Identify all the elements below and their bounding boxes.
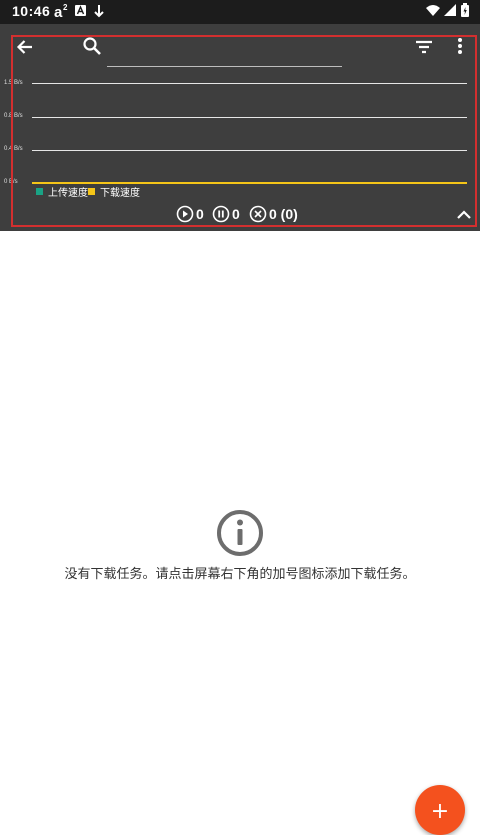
status-time: 10:46 [12,3,51,19]
info-icon [215,508,265,562]
y-tick-label: 0.4 B/s [4,146,23,152]
wifi-icon [425,2,441,24]
signal-icon [443,2,457,24]
play-circle-icon [176,205,194,223]
paused-counter[interactable]: 0 [212,205,240,223]
running-count: 0 [196,206,204,222]
more-vertical-icon[interactable] [450,36,470,60]
paused-count: 0 [232,206,240,222]
legend-swatch-download [88,188,95,195]
status-bar: 10:46 a2 [0,0,480,24]
plus-icon: + [430,799,450,824]
gridline [32,150,467,151]
svg-text:a: a [54,4,63,20]
chevron-up-icon[interactable] [455,206,473,228]
search-icon[interactable] [82,36,102,60]
y-tick-label: 0.8 B/s [4,113,23,119]
photo-a-icon [74,2,88,24]
legend-swatch-upload [36,188,43,195]
arrow-left-icon[interactable] [15,37,35,61]
gridline [32,83,467,84]
y-tick-label: 0 B/s [4,179,18,185]
battery-icon [460,2,470,24]
legend-label-download: 下载速度 [100,188,140,199]
legend-label-upload: 上传速度 [48,188,88,199]
failed-count: 0 (0) [269,206,298,222]
y-tick-label: 1.5 B/s [4,80,23,86]
gridline [32,117,467,118]
speed-panel [0,24,480,231]
failed-counter[interactable]: 0 (0) [249,205,298,223]
empty-message: 没有下载任务。请点击屏幕右下角的加号图标添加下载任务。 [64,567,416,582]
text-a-superscript-icon: a2 [54,2,70,24]
filter-icon[interactable] [414,37,434,61]
pause-circle-icon [212,205,230,223]
svg-text:2: 2 [63,3,68,12]
add-download-button[interactable]: + [415,785,465,835]
close-circle-icon [249,205,267,223]
running-counter[interactable]: 0 [176,205,204,223]
download-arrow-icon [92,2,106,24]
legend-upload: 上传速度 [36,184,88,199]
search-input[interactable] [107,66,342,67]
legend-download: 下载速度 [88,184,140,199]
